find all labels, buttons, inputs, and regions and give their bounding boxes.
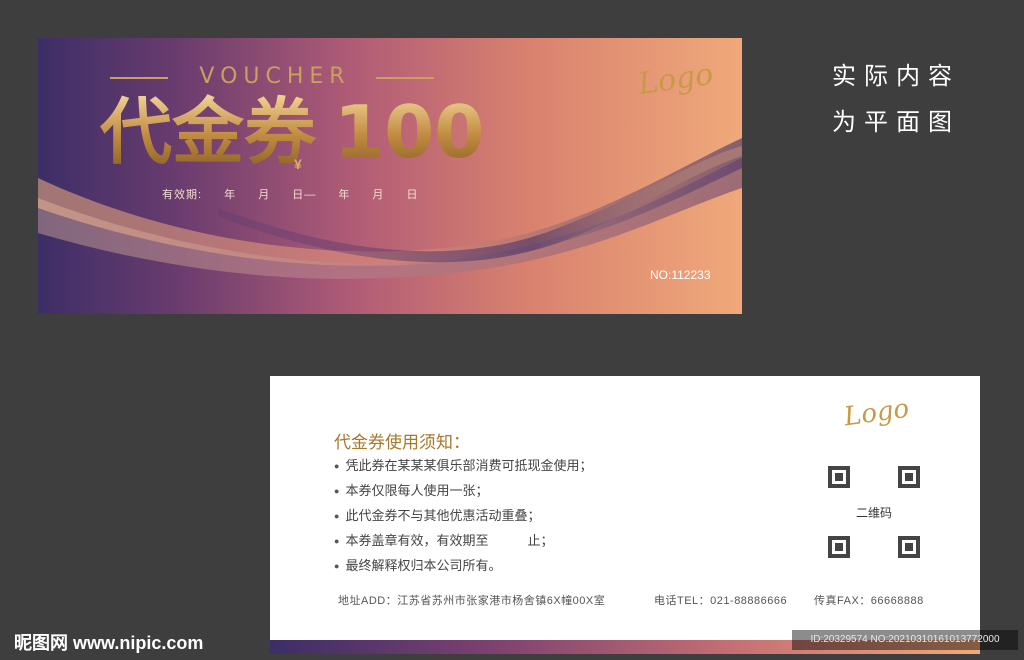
voucher-back: Logo 代金券使用须知： 凭此券在某某某俱乐部消费可抵现金使用； 本券仅限每人…: [270, 376, 980, 654]
rules-title: 代金券使用须知：: [334, 433, 470, 452]
validity-start-month: 月: [258, 189, 271, 201]
side-note-line2: 为平面图: [832, 108, 960, 136]
rule-item: 最终解释权归本公司所有。: [334, 554, 592, 579]
qr-label: 二维码: [855, 506, 892, 520]
rule-item: 凭此券在某某某俱乐部消费可抵现金使用；: [334, 454, 592, 479]
phone: 电话TEL：021-88886666: [654, 595, 788, 607]
address: 地址ADD：江苏省苏州市张家港市杨舍镇6X幢00X室: [338, 595, 606, 607]
qr-finder-icon: [898, 466, 920, 488]
currency-symbol: ¥: [294, 156, 302, 172]
voucher-amount: 100: [334, 90, 485, 174]
fax: 传真FAX：66668888: [814, 595, 924, 607]
validity-start-year: 年: [224, 189, 237, 201]
validity-end-month: 月: [372, 189, 385, 201]
rule-item: 此代金券不与其他优惠活动重叠；: [334, 504, 592, 529]
image-id-watermark: ID:20329574 NO:20210310161013772000: [792, 630, 1018, 650]
validity-start-day: 日—: [292, 189, 317, 201]
side-note-line1: 实际内容: [832, 62, 960, 90]
qr-finder-icon: [828, 466, 850, 488]
validity-end-year: 年: [338, 189, 351, 201]
validity-label: 有效期:: [162, 189, 203, 201]
rules-list: 凭此券在某某某俱乐部消费可抵现金使用； 本券仅限每人使用一张； 此代金券不与其他…: [334, 454, 592, 579]
rule-item: 本券仅限每人使用一张；: [334, 479, 592, 504]
qr-code-placeholder: 二维码: [828, 466, 920, 558]
voucher-title-en: VOUCHER: [199, 64, 351, 89]
rule-item: 本券盖章有效，有效期至 止；: [334, 529, 592, 554]
serial-number: NO:112233: [650, 268, 711, 282]
back-logo: Logo: [842, 393, 911, 433]
qr-finder-icon: [898, 536, 920, 558]
validity-line: 有效期: 年 月 日— 年 月 日: [162, 186, 436, 202]
voucher-headline: 代金券 100: [100, 92, 484, 172]
qr-finder-icon: [828, 536, 850, 558]
validity-end-day: 日: [406, 189, 419, 201]
site-watermark: 昵图网 www.nipic.com: [14, 633, 204, 653]
voucher-title-cn: 代金券: [100, 90, 317, 174]
